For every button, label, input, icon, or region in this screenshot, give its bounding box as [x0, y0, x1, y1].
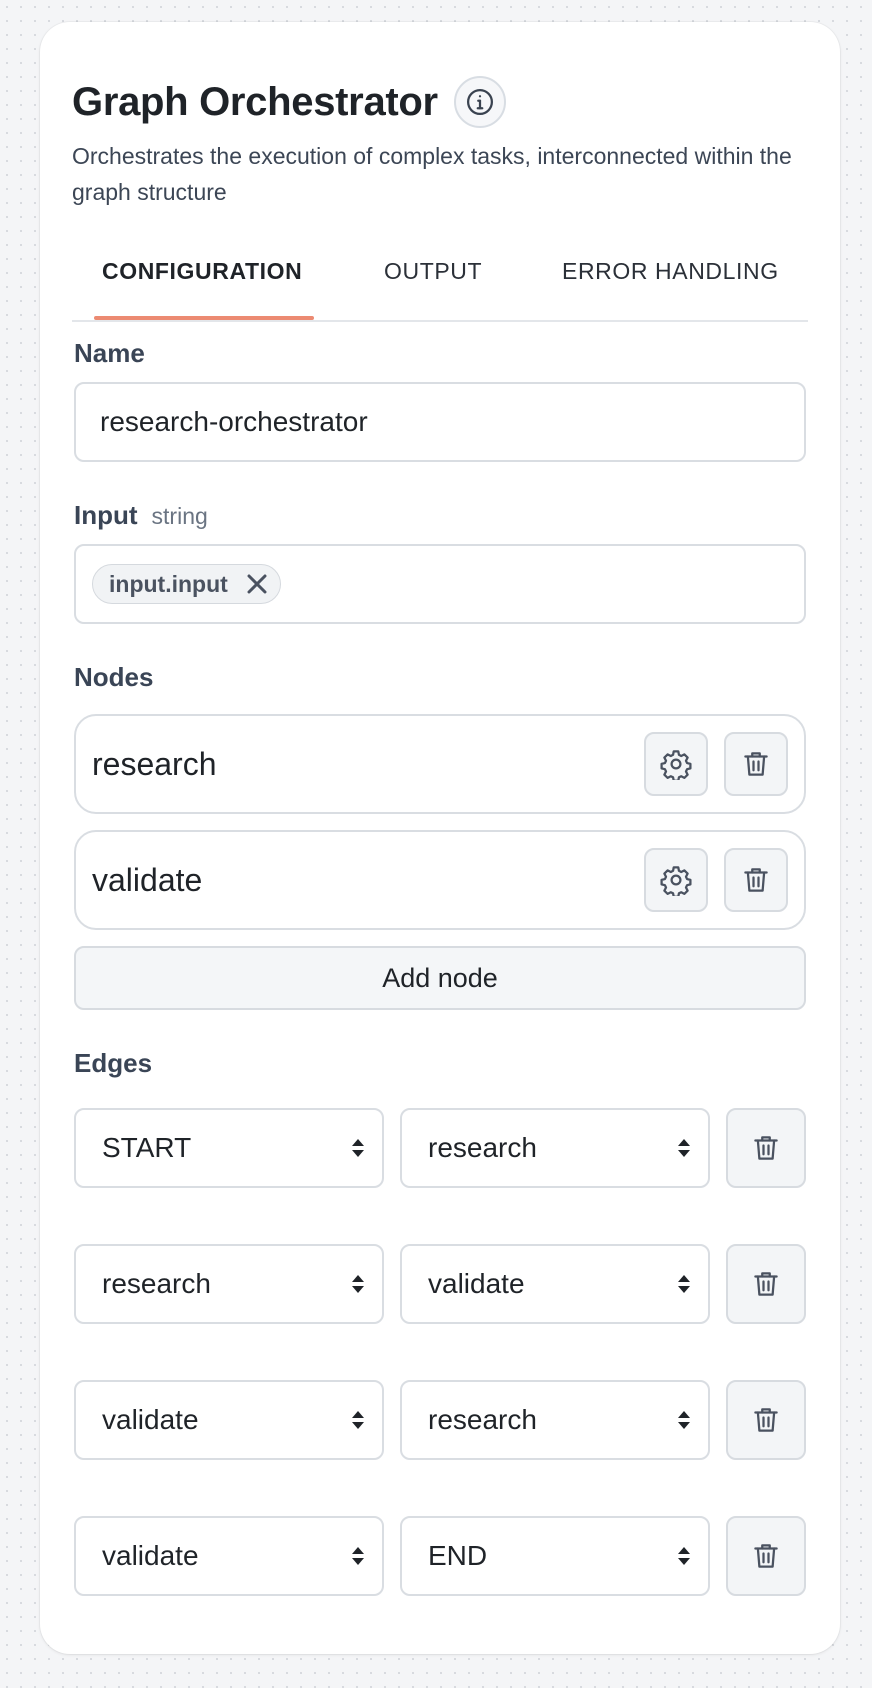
- edge-to-value: research: [428, 1132, 537, 1163]
- edge-from-select[interactable]: START: [74, 1108, 384, 1188]
- edge-from-value: START: [102, 1132, 192, 1163]
- edge-delete-button[interactable]: [726, 1516, 806, 1596]
- panel-header: Graph Orchestrator Orchestrates the exec…: [72, 74, 808, 210]
- edge-delete-button[interactable]: [726, 1244, 806, 1324]
- name-input[interactable]: research-orchestrator: [74, 382, 806, 462]
- input-label: Input string: [74, 500, 208, 531]
- gear-icon: [660, 750, 692, 780]
- node-delete-button[interactable]: [724, 732, 788, 796]
- active-tab-indicator: [94, 316, 314, 320]
- node-item: validate: [74, 830, 806, 930]
- trash-icon: [754, 1136, 778, 1160]
- select-arrows-icon: [352, 1547, 364, 1565]
- node-delete-button[interactable]: [724, 848, 788, 912]
- select-arrows-icon: [678, 1547, 690, 1565]
- node-settings-button[interactable]: [644, 732, 708, 796]
- edge-to-select[interactable]: research: [400, 1380, 710, 1460]
- trash-icon: [754, 1408, 778, 1432]
- tab-error-handling[interactable]: ERROR HANDLING: [562, 258, 779, 285]
- name-label: Name: [74, 338, 145, 368]
- tab-configuration[interactable]: CONFIGURATION: [102, 258, 302, 285]
- trash-icon: [744, 868, 768, 892]
- select-arrows-icon: [352, 1139, 364, 1157]
- info-button[interactable]: [453, 76, 506, 128]
- page-description: Orchestrates the execution of complex ta…: [72, 143, 792, 205]
- trash-icon: [744, 752, 768, 776]
- select-arrows-icon: [678, 1411, 690, 1429]
- input-chip-label: input.input: [109, 570, 228, 597]
- select-arrows-icon: [678, 1139, 690, 1157]
- input-type-hint: string: [151, 503, 208, 529]
- edge-from-value: research: [102, 1268, 211, 1299]
- page-title: Graph Orchestrator: [72, 79, 438, 124]
- trash-icon: [754, 1272, 778, 1296]
- add-node-button[interactable]: Add node: [74, 946, 806, 1010]
- title-row: Graph Orchestrator: [72, 74, 808, 130]
- graph-orchestrator-panel: Graph Orchestrator Orchestrates the exec…: [40, 22, 840, 1654]
- edge-from-select[interactable]: validate: [74, 1516, 384, 1596]
- edge-delete-button[interactable]: [726, 1380, 806, 1460]
- close-icon[interactable]: [244, 571, 270, 597]
- edge-from-value: validate: [102, 1540, 199, 1571]
- edge-from-select[interactable]: validate: [74, 1380, 384, 1460]
- node-name: validate: [92, 861, 203, 898]
- edge-to-select[interactable]: research: [400, 1108, 710, 1188]
- tab-bar: CONFIGURATION OUTPUT ERROR HANDLING: [72, 232, 808, 322]
- edge-to-value: research: [428, 1404, 537, 1435]
- edge-to-value: END: [428, 1540, 488, 1571]
- gear-icon: [660, 866, 692, 896]
- edge-from-select[interactable]: research: [74, 1244, 384, 1324]
- node-item: research: [74, 714, 806, 814]
- input-chip: input.input: [92, 564, 281, 604]
- edge-delete-button[interactable]: [726, 1108, 806, 1188]
- edge-to-select[interactable]: validate: [400, 1244, 710, 1324]
- trash-icon: [754, 1544, 778, 1568]
- edges-label: Edges: [74, 1048, 153, 1078]
- edge-from-value: validate: [102, 1404, 199, 1435]
- input-tag-field[interactable]: input.input: [74, 544, 806, 624]
- tab-output[interactable]: OUTPUT: [384, 258, 482, 285]
- edge-to-select[interactable]: END: [400, 1516, 710, 1596]
- nodes-label: Nodes: [74, 662, 154, 692]
- edge-to-value: validate: [428, 1268, 525, 1299]
- info-icon: [466, 89, 493, 115]
- select-arrows-icon: [678, 1275, 690, 1293]
- select-arrows-icon: [352, 1411, 364, 1429]
- node-name: research: [92, 745, 217, 782]
- input-label-text: Input: [74, 500, 138, 530]
- select-arrows-icon: [352, 1275, 364, 1293]
- node-settings-button[interactable]: [644, 848, 708, 912]
